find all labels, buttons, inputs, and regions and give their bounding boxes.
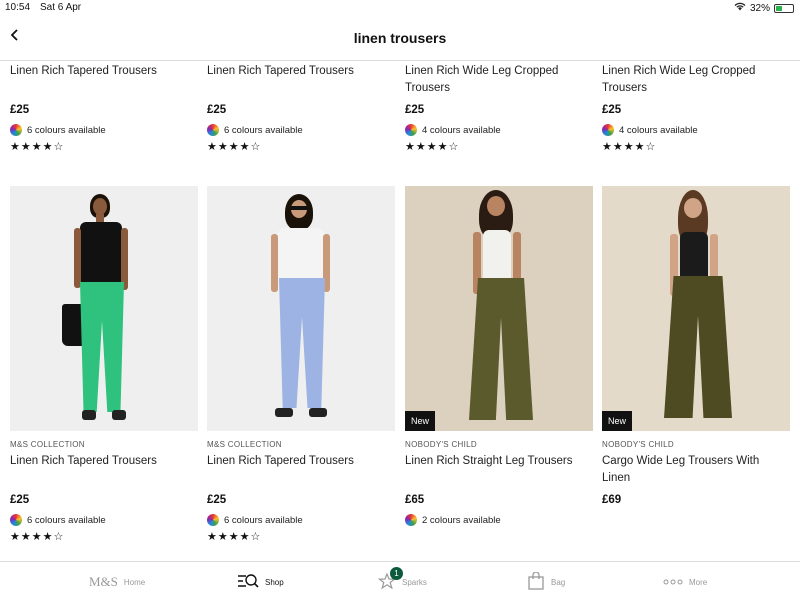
bottom-tab-bar: M&S Home Shop 1 Sparks Bag More xyxy=(0,561,800,600)
product-price: £25 xyxy=(207,494,227,506)
product-card[interactable]: Linen Rich Wide Leg Cropped Trousers £25… xyxy=(602,63,790,154)
ms-logo-icon: M&S xyxy=(89,574,118,589)
tab-label: More xyxy=(689,577,708,587)
star-rating: ★★★★☆ xyxy=(10,141,65,153)
product-name[interactable]: Linen Rich Tapered Trousers xyxy=(10,453,198,489)
product-name[interactable]: Linen Rich Tapered Trousers xyxy=(207,453,395,489)
product-image[interactable]: New xyxy=(405,186,593,431)
colour-info: 4 colours available xyxy=(602,123,790,137)
colours-label: 4 colours available xyxy=(422,124,501,136)
colour-info: 6 colours available xyxy=(10,513,198,527)
product-price: £25 xyxy=(10,494,30,506)
product-price: £25 xyxy=(602,104,622,116)
product-card[interactable]: Linen Rich Wide Leg Cropped Trousers £25… xyxy=(405,63,593,154)
tab-bag[interactable]: Bag xyxy=(527,570,565,594)
colour-swatch-icon xyxy=(207,124,219,136)
product-name[interactable]: Linen Rich Wide Leg Cropped Trousers xyxy=(405,63,593,99)
model-figure xyxy=(658,190,738,428)
tab-shop[interactable]: Shop xyxy=(237,570,284,594)
product-name[interactable]: Linen Rich Tapered Trousers xyxy=(207,63,395,99)
wifi-icon xyxy=(734,2,746,14)
product-card[interactable]: Linen Rich Tapered Trousers £25 6 colour… xyxy=(10,63,198,154)
battery-icon xyxy=(774,3,794,13)
tab-label: Shop xyxy=(265,577,284,587)
brand-name: NOBODY'S CHILD xyxy=(405,440,477,449)
status-right: 32% xyxy=(734,2,794,14)
more-dots-icon xyxy=(663,578,683,587)
tab-more[interactable]: More xyxy=(663,570,707,594)
colours-label: 6 colours available xyxy=(27,124,106,136)
header: linen trousers xyxy=(0,16,800,60)
colour-swatch-icon xyxy=(10,514,22,526)
colours-label: 6 colours available xyxy=(27,514,106,526)
product-price: £65 xyxy=(405,494,425,506)
tab-label: Sparks xyxy=(402,577,427,587)
new-badge: New xyxy=(405,411,436,431)
colours-label: 4 colours available xyxy=(619,124,698,136)
colour-swatch-icon xyxy=(405,124,417,136)
colours-label: 2 colours available xyxy=(422,514,501,526)
product-image[interactable] xyxy=(10,186,198,431)
new-badge: New xyxy=(602,411,633,431)
product-name[interactable]: Linen Rich Tapered Trousers xyxy=(10,63,198,99)
colour-swatch-icon xyxy=(10,124,22,136)
product-price: £25 xyxy=(10,104,30,116)
product-name[interactable]: Linen Rich Wide Leg Cropped Trousers xyxy=(602,63,790,99)
colour-info: 2 colours available xyxy=(405,513,593,527)
model-figure xyxy=(271,194,335,429)
product-price: £25 xyxy=(207,104,227,116)
brand-name: M&S COLLECTION xyxy=(10,440,85,449)
brand-name: NOBODY'S CHILD xyxy=(602,440,674,449)
product-card[interactable]: Linen Rich Tapered Trousers £25 6 colour… xyxy=(207,63,395,154)
shop-search-icon xyxy=(237,573,259,591)
status-bar: 10:54 Sat 6 Apr 32% xyxy=(0,0,800,16)
colour-swatch-icon xyxy=(207,514,219,526)
colour-info: 6 colours available xyxy=(207,123,395,137)
star-rating: ★★★★☆ xyxy=(207,531,262,543)
colour-swatch-icon xyxy=(405,514,417,526)
colours-label: 6 colours available xyxy=(224,514,303,526)
model-figure xyxy=(62,194,136,429)
tab-label: Bag xyxy=(551,577,566,587)
bag-icon xyxy=(527,571,545,592)
header-divider xyxy=(0,60,800,61)
tab-home[interactable]: M&S Home xyxy=(89,570,145,594)
star-rating: ★★★★☆ xyxy=(405,141,460,153)
status-date: Sat 6 Apr xyxy=(40,2,82,13)
sparks-badge: 1 xyxy=(390,567,403,580)
product-price: £25 xyxy=(405,104,425,116)
colour-info: 6 colours available xyxy=(10,123,198,137)
brand-name: M&S COLLECTION xyxy=(207,440,282,449)
status-time: 10:54 xyxy=(5,2,31,13)
tab-label: Home xyxy=(123,577,146,587)
page-title: linen trousers xyxy=(353,30,447,46)
product-price: £69 xyxy=(602,494,622,506)
battery-percent: 32% xyxy=(749,2,770,14)
colours-label: 6 colours available xyxy=(224,124,303,136)
star-rating: ★★★★☆ xyxy=(10,531,65,543)
product-image[interactable] xyxy=(207,186,395,431)
product-image[interactable]: New xyxy=(602,186,790,431)
star-rating: ★★★★☆ xyxy=(602,141,657,153)
colour-swatch-icon xyxy=(602,124,614,136)
star-icon: 1 xyxy=(377,567,403,591)
product-name[interactable]: Linen Rich Straight Leg Trousers xyxy=(405,453,593,489)
colour-info: 4 colours available xyxy=(405,123,593,137)
model-figure xyxy=(461,190,541,428)
product-name[interactable]: Cargo Wide Leg Trousers With Linen xyxy=(602,453,790,489)
colour-info: 6 colours available xyxy=(207,513,395,527)
tab-sparks[interactable]: 1 Sparks xyxy=(377,567,427,594)
star-rating: ★★★★☆ xyxy=(207,141,262,153)
